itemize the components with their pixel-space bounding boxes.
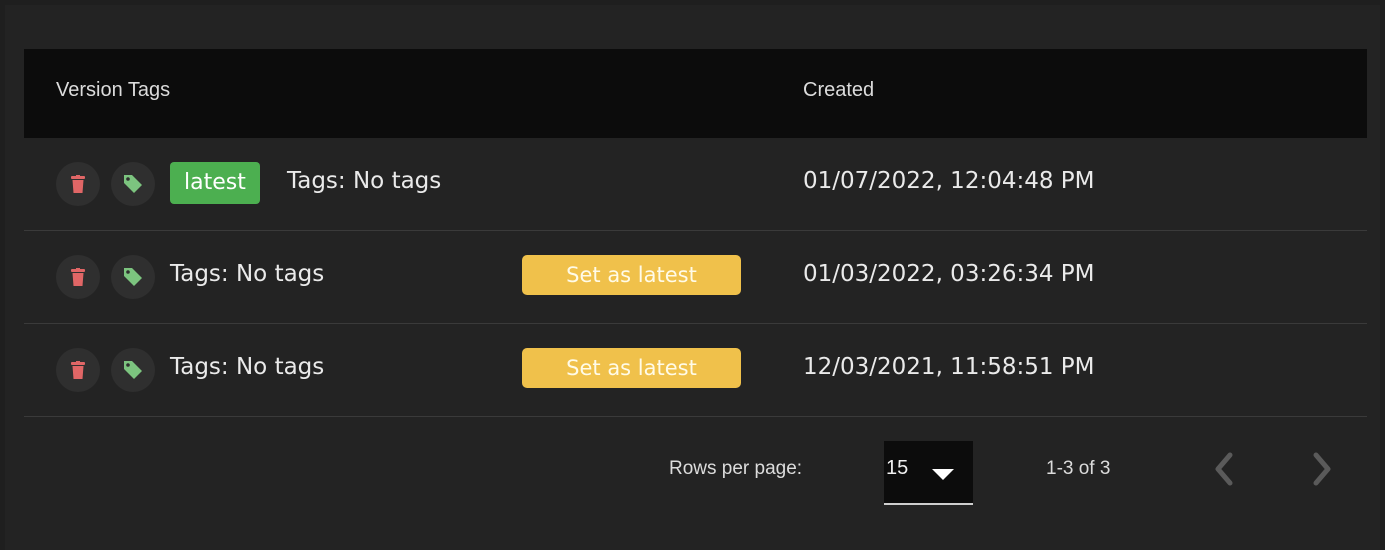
chevron-left-icon xyxy=(1215,452,1233,486)
edit-tags-button[interactable] xyxy=(111,162,155,206)
rows-per-page-label: Rows per page: xyxy=(669,458,803,479)
previous-page-button[interactable] xyxy=(1204,446,1244,492)
delete-button[interactable] xyxy=(56,162,100,206)
tag-icon xyxy=(124,361,142,379)
table-header: Version Tags Created xyxy=(24,49,1367,138)
tag-icon xyxy=(124,268,142,286)
next-page-button[interactable] xyxy=(1302,446,1342,492)
created-date: 12/03/2021, 11:58:51 PM xyxy=(803,354,1095,380)
table-row: Tags: No tags Set as latest 01/03/2022, … xyxy=(24,231,1367,324)
rows-per-page-select[interactable]: 15 xyxy=(884,441,973,505)
table-row: latest Tags: No tags 01/07/2022, 12:04:4… xyxy=(24,138,1367,231)
tags-text: Tags: No tags xyxy=(170,354,325,380)
table-row: Tags: No tags Set as latest 12/03/2021, … xyxy=(24,324,1367,417)
trash-icon xyxy=(71,361,85,379)
rows-per-page-value: 15 xyxy=(886,457,909,479)
trash-icon xyxy=(71,175,85,193)
column-header-created: Created xyxy=(803,79,875,101)
edit-tags-button[interactable] xyxy=(111,348,155,392)
pagination-range: 1-3 of 3 xyxy=(1046,458,1111,479)
chevron-right-icon xyxy=(1313,452,1331,486)
tags-text: Tags: No tags xyxy=(170,261,325,287)
tags-text: Tags: No tags xyxy=(287,168,442,194)
tag-icon xyxy=(124,175,142,193)
delete-button[interactable] xyxy=(56,255,100,299)
set-as-latest-button[interactable]: Set as latest xyxy=(522,348,741,388)
versions-table: Version Tags Created latest Tags: No tag… xyxy=(24,49,1367,417)
created-date: 01/03/2022, 03:26:34 PM xyxy=(803,261,1095,287)
column-header-version-tags: Version Tags xyxy=(56,79,171,101)
edit-tags-button[interactable] xyxy=(111,255,155,299)
set-as-latest-button[interactable]: Set as latest xyxy=(522,255,741,295)
created-date: 01/07/2022, 12:04:48 PM xyxy=(803,168,1095,194)
pagination-bar: Rows per page: 15 1-3 of 3 xyxy=(24,418,1367,508)
caret-down-icon xyxy=(932,469,954,480)
delete-button[interactable] xyxy=(56,348,100,392)
latest-badge: latest xyxy=(170,162,260,204)
trash-icon xyxy=(71,268,85,286)
